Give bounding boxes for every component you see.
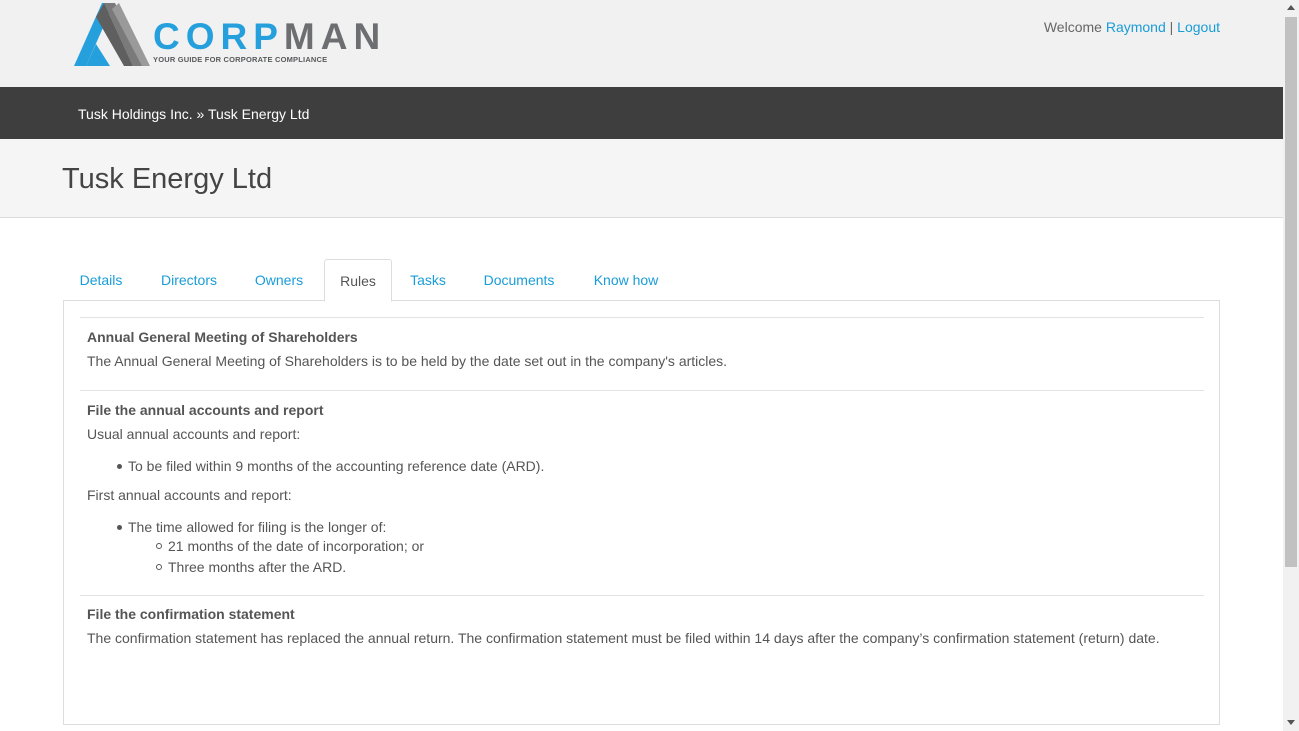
rule-title: File the confirmation statement bbox=[87, 606, 295, 622]
tab-details[interactable]: Details bbox=[63, 259, 139, 300]
page: CORPMAN YOUR GUIDE FOR CORPORATE COMPLIA… bbox=[0, 0, 1283, 731]
rule-title: Annual General Meeting of Shareholders bbox=[87, 329, 358, 345]
tab-know-how[interactable]: Know how bbox=[580, 259, 672, 300]
page-title: Tusk Energy Ltd bbox=[62, 163, 273, 195]
breadcrumb-parent[interactable]: Tusk Holdings Inc. bbox=[78, 106, 193, 122]
rule-text: The confirmation statement has replaced … bbox=[87, 630, 1160, 646]
logo-mark-icon bbox=[74, 3, 150, 66]
breadcrumb-current: Tusk Energy Ltd bbox=[207, 106, 310, 122]
tab-directors[interactable]: Directors bbox=[147, 259, 231, 300]
scrollbar-thumb[interactable] bbox=[1285, 17, 1297, 567]
rule-text: First annual accounts and report: bbox=[87, 487, 292, 503]
scroll-up-arrow-icon[interactable] bbox=[1287, 5, 1295, 10]
rule-bullet: To be filed within 9 months of the accou… bbox=[128, 458, 545, 474]
bullet-circle-icon bbox=[156, 543, 162, 549]
tab-rules[interactable]: Rules bbox=[324, 259, 392, 302]
rule-sub-bullet: 21 months of the date of incorporation; … bbox=[168, 538, 425, 554]
bullet-circle-icon bbox=[156, 564, 162, 570]
logo-word-man: MAN bbox=[283, 16, 387, 57]
rule-text: Usual annual accounts and report: bbox=[87, 426, 301, 442]
rule-title: File the annual accounts and report bbox=[87, 402, 324, 418]
tab-owners[interactable]: Owners bbox=[241, 259, 317, 300]
logout-link[interactable]: Logout bbox=[1177, 19, 1220, 35]
rule-divider bbox=[80, 595, 1204, 596]
user-welcome: Welcome Raymond | Logout bbox=[1044, 18, 1220, 36]
rules-panel: Annual General Meeting of Shareholders T… bbox=[63, 300, 1220, 725]
bullet-dot-icon bbox=[117, 525, 122, 530]
title-band: Tusk Energy Ltd bbox=[0, 139, 1283, 218]
rule-bullet: The time allowed for filing is the longe… bbox=[128, 519, 387, 535]
logo-wordmark: CORPMAN bbox=[153, 17, 386, 57]
tab-documents[interactable]: Documents bbox=[468, 259, 570, 300]
rule-sub-bullet: Three months after the ARD. bbox=[168, 559, 347, 575]
logo-word-corp: CORP bbox=[153, 16, 284, 57]
rule-divider bbox=[80, 390, 1204, 391]
rule-text: The Annual General Meeting of Shareholde… bbox=[87, 353, 728, 369]
breadcrumb-separator: » bbox=[196, 106, 205, 122]
user-name-link[interactable]: Raymond bbox=[1106, 19, 1166, 35]
vertical-scrollbar[interactable] bbox=[1283, 0, 1299, 731]
welcome-text: Welcome bbox=[1043, 19, 1102, 35]
welcome-separator: | bbox=[1169, 19, 1174, 35]
logo-tagline: YOUR GUIDE FOR CORPORATE COMPLIANCE bbox=[153, 55, 328, 64]
breadcrumb-bar: Tusk Holdings Inc. » Tusk Energy Ltd bbox=[0, 87, 1283, 139]
breadcrumb: Tusk Holdings Inc. » Tusk Energy Ltd bbox=[78, 105, 309, 123]
top-header: CORPMAN YOUR GUIDE FOR CORPORATE COMPLIA… bbox=[0, 0, 1283, 87]
rule-divider bbox=[80, 317, 1204, 318]
corpman-logo[interactable]: CORPMAN YOUR GUIDE FOR CORPORATE COMPLIA… bbox=[74, 3, 380, 67]
tab-tasks[interactable]: Tasks bbox=[399, 259, 457, 300]
scroll-down-arrow-icon[interactable] bbox=[1287, 720, 1295, 725]
tab-bar: Details Directors Owners Rules Tasks Doc… bbox=[63, 259, 1220, 302]
bullet-dot-icon bbox=[117, 464, 122, 469]
